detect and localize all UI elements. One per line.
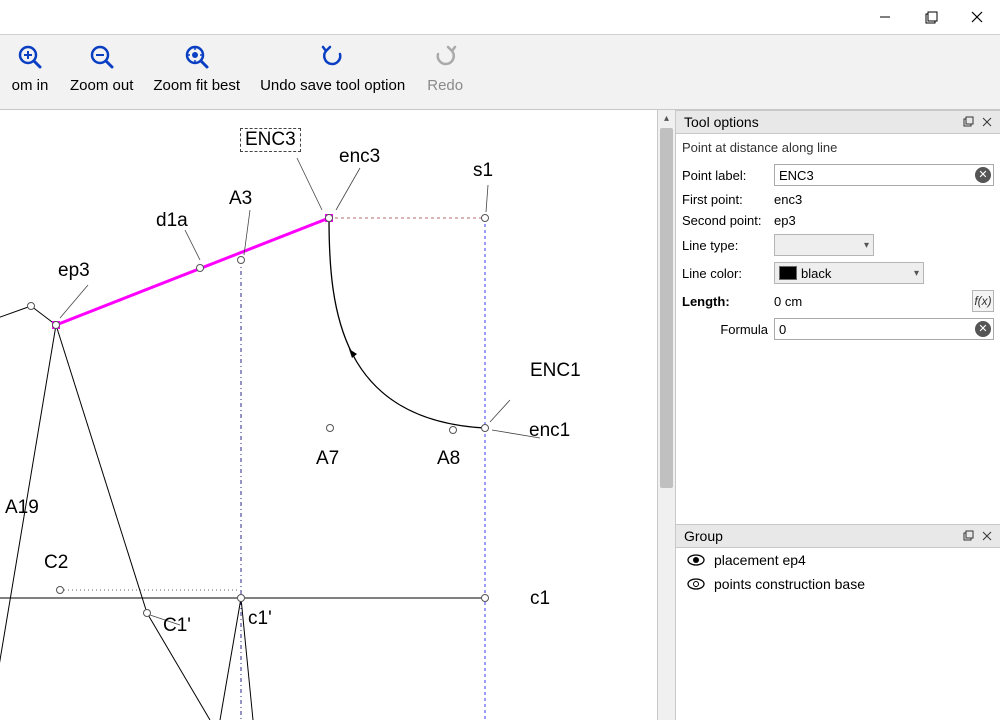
maximize-button[interactable] <box>908 0 954 34</box>
first-point-label: First point: <box>682 192 774 207</box>
label-d1a[interactable]: d1a <box>156 210 188 232</box>
length-value: 0 cm <box>774 294 968 309</box>
clear-point-label-icon[interactable]: ✕ <box>975 167 991 183</box>
drawing-canvas[interactable]: ENC3 enc3 s1 A3 d1a ep3 ENC1 enc1 A7 A8 … <box>0 110 658 720</box>
group-panel-title: Group <box>684 528 960 544</box>
label-ep3[interactable]: ep3 <box>58 260 90 282</box>
second-point-value: ep3 <box>774 213 796 228</box>
label-enc1[interactable]: enc1 <box>529 420 570 442</box>
label-enc3[interactable]: enc3 <box>339 146 380 168</box>
group-item-label: points construction base <box>714 576 865 592</box>
canvas-scrollbar-vertical[interactable]: ▴ <box>658 110 676 720</box>
line-type-combo[interactable]: ▾ <box>774 234 874 256</box>
group-panel-header[interactable]: Group <box>676 524 1000 548</box>
chevron-down-icon: ▾ <box>914 268 919 279</box>
group-list: placement ep4 points construction base <box>676 548 1000 720</box>
undo-label: Undo save tool option <box>260 77 405 94</box>
color-swatch-icon <box>779 266 797 280</box>
tool-name-label: Point at distance along line <box>680 138 996 164</box>
visibility-on-icon[interactable] <box>686 578 706 590</box>
side-panel: Tool options Point at distance along lin… <box>676 110 1000 720</box>
point-label-input[interactable] <box>774 164 994 186</box>
zoom-fit-icon <box>184 44 210 70</box>
label-c1[interactable]: c1 <box>530 588 550 610</box>
formula-label: Formula <box>682 322 774 337</box>
group-item[interactable]: placement ep4 <box>676 548 1000 572</box>
tool-options-body: Point at distance along line Point label… <box>676 134 1000 352</box>
label-A19[interactable]: A19 <box>5 497 39 519</box>
point-label-label: Point label: <box>682 168 774 183</box>
undo-button[interactable]: Undo save tool option <box>250 41 415 94</box>
second-point-label: Second point: <box>682 213 774 228</box>
redo-icon <box>432 44 458 70</box>
zoom-out-icon <box>89 44 115 70</box>
line-type-label: Line type: <box>682 238 774 253</box>
panel-spacer <box>676 352 1000 524</box>
undo-icon <box>320 44 346 70</box>
zoom-in-icon <box>17 44 43 70</box>
formula-input[interactable] <box>774 318 994 340</box>
redo-button: Redo <box>415 41 475 94</box>
main-toolbar: om in Zoom out Zoom fit best <box>0 34 1000 110</box>
window-titlebar <box>0 0 1000 34</box>
label-ENC3[interactable]: ENC3 <box>240 128 301 152</box>
first-point-value: enc3 <box>774 192 802 207</box>
drawing-svg <box>0 110 658 720</box>
label-C2[interactable]: C2 <box>44 552 68 574</box>
label-s1[interactable]: s1 <box>473 160 493 182</box>
redo-label: Redo <box>427 77 463 94</box>
panel-close-icon[interactable] <box>978 114 996 130</box>
zoom-in-button[interactable]: om in <box>0 41 60 94</box>
label-ENC1[interactable]: ENC1 <box>530 360 581 382</box>
zoom-in-label: om in <box>12 77 49 94</box>
line-color-label: Line color: <box>682 266 774 281</box>
panel-float-icon[interactable] <box>960 528 978 544</box>
minimize-icon <box>879 11 891 23</box>
length-label: Length: <box>682 294 774 309</box>
label-A3[interactable]: A3 <box>229 188 252 210</box>
visibility-on-icon[interactable] <box>686 554 706 566</box>
scroll-thumb[interactable] <box>660 128 673 488</box>
label-A7[interactable]: A7 <box>316 448 339 470</box>
panel-float-icon[interactable] <box>960 114 978 130</box>
line-color-combo[interactable]: black ▾ <box>774 262 924 284</box>
tool-options-header[interactable]: Tool options <box>676 110 1000 134</box>
minimize-button[interactable] <box>862 0 908 34</box>
close-button[interactable] <box>954 0 1000 34</box>
group-item[interactable]: points construction base <box>676 572 1000 596</box>
label-C1p[interactable]: C1' <box>163 615 191 637</box>
tool-options-title: Tool options <box>684 114 960 130</box>
fx-button[interactable]: f(x) <box>972 290 994 312</box>
label-A8[interactable]: A8 <box>437 448 460 470</box>
chevron-down-icon: ▾ <box>864 240 869 251</box>
zoom-fit-label: Zoom fit best <box>153 77 240 94</box>
maximize-icon <box>925 11 938 24</box>
line-color-value: black <box>801 266 831 281</box>
close-icon <box>971 11 983 23</box>
zoom-out-label: Zoom out <box>70 77 133 94</box>
clear-formula-icon[interactable]: ✕ <box>975 321 991 337</box>
zoom-fit-button[interactable]: Zoom fit best <box>143 41 250 94</box>
scroll-up-arrow-icon[interactable]: ▴ <box>658 110 675 127</box>
group-item-label: placement ep4 <box>714 552 806 568</box>
panel-close-icon[interactable] <box>978 528 996 544</box>
zoom-out-button[interactable]: Zoom out <box>60 41 143 94</box>
label-c1p[interactable]: c1' <box>248 608 272 630</box>
